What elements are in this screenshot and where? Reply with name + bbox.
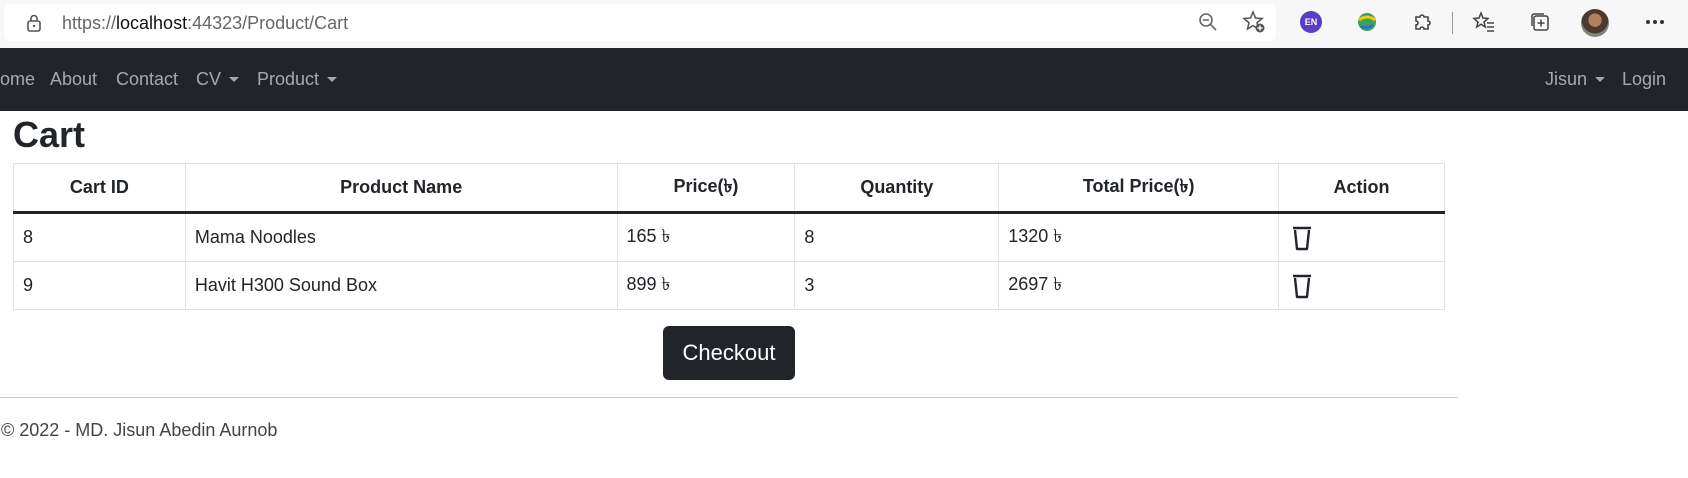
footer-copyright: © 2022 - MD. Jisun Abedin Aurnob (1, 420, 278, 440)
language-extension-icon[interactable]: EN (1299, 10, 1323, 34)
column-header-price: Price(৳) (616, 163, 796, 214)
column-header-quantity: Quantity (794, 163, 1000, 214)
cell-action (1278, 212, 1445, 262)
cell-price: 165 ৳ (616, 212, 796, 262)
nav-home-link[interactable]: ome (0, 69, 35, 90)
site-navbar: ome About Contact CV Product Jisun Login (0, 48, 1688, 111)
url-path: :44323/Product/Cart (187, 13, 349, 33)
cell-cart-id: 8 (13, 212, 186, 262)
cell-price: 899 ৳ (616, 261, 796, 310)
cart-table: Cart ID Product Name Price(৳) Quantity T… (13, 163, 1445, 310)
nav-contact-link[interactable]: Contact (116, 69, 178, 90)
chevron-down-icon (1595, 77, 1606, 82)
nav-about-link[interactable]: About (50, 69, 97, 90)
cell-cart-id: 9 (13, 261, 186, 310)
favorites-icon[interactable] (1472, 10, 1496, 34)
url-host: localhost (116, 13, 188, 33)
collections-icon[interactable] (1528, 10, 1552, 34)
column-header-product-name: Product Name (184, 163, 618, 214)
column-header-total-price: Total Price(৳) (998, 163, 1280, 214)
cell-total-price: 2697 ৳ (998, 261, 1280, 310)
nav-product-dropdown[interactable]: Product (257, 69, 338, 90)
column-header-action: Action (1278, 163, 1445, 214)
extension-badge: EN (1300, 11, 1322, 33)
nav-user-label: Jisun (1545, 69, 1588, 89)
url-text: https://localhost:44323/Product/Cart (62, 13, 348, 34)
more-options-icon[interactable] (1643, 10, 1667, 34)
cell-action (1278, 261, 1445, 310)
nav-user-dropdown[interactable]: Jisun (1545, 69, 1606, 90)
delete-trash-icon[interactable] (1291, 225, 1313, 251)
cell-product-name: Havit H300 Sound Box (184, 261, 618, 310)
page-title: Cart (13, 114, 86, 155)
checkout-button[interactable]: Checkout (663, 326, 795, 380)
table-header-row: Cart ID Product Name Price(৳) Quantity T… (13, 163, 1445, 214)
browser-toolbar: https://localhost:44323/Product/Cart EN (0, 0, 1688, 48)
table-row: 9 Havit H300 Sound Box 899 ৳ 3 2697 ৳ (13, 261, 1445, 310)
cell-product-name: Mama Noodles (184, 212, 618, 262)
nav-cv-label: CV (196, 69, 222, 89)
address-bar[interactable]: https://localhost:44323/Product/Cart (4, 4, 1276, 41)
column-header-cart-id: Cart ID (13, 163, 186, 214)
table-row: 8 Mama Noodles 165 ৳ 8 1320 ৳ (13, 212, 1445, 262)
cell-quantity: 8 (794, 212, 1000, 262)
chevron-down-icon (327, 77, 338, 82)
toolbar-divider (1452, 12, 1453, 34)
lock-icon (27, 14, 41, 32)
zoom-out-icon[interactable] (1196, 10, 1220, 34)
url-scheme: https:// (62, 13, 117, 33)
nav-product-label: Product (257, 69, 320, 89)
profile-avatar[interactable] (1580, 8, 1610, 38)
cell-quantity: 3 (794, 261, 1000, 310)
delete-trash-icon[interactable] (1291, 273, 1313, 299)
cell-total-price: 1320 ৳ (998, 212, 1280, 262)
nav-login-link[interactable]: Login (1622, 69, 1666, 90)
avatar-image (1581, 9, 1609, 37)
footer-divider (0, 397, 1458, 398)
nav-cv-dropdown[interactable]: CV (196, 69, 240, 90)
add-favorite-icon[interactable] (1242, 10, 1266, 34)
extensions-icon[interactable] (1410, 10, 1434, 34)
chevron-down-icon (229, 77, 240, 82)
download-manager-icon[interactable] (1355, 10, 1379, 34)
